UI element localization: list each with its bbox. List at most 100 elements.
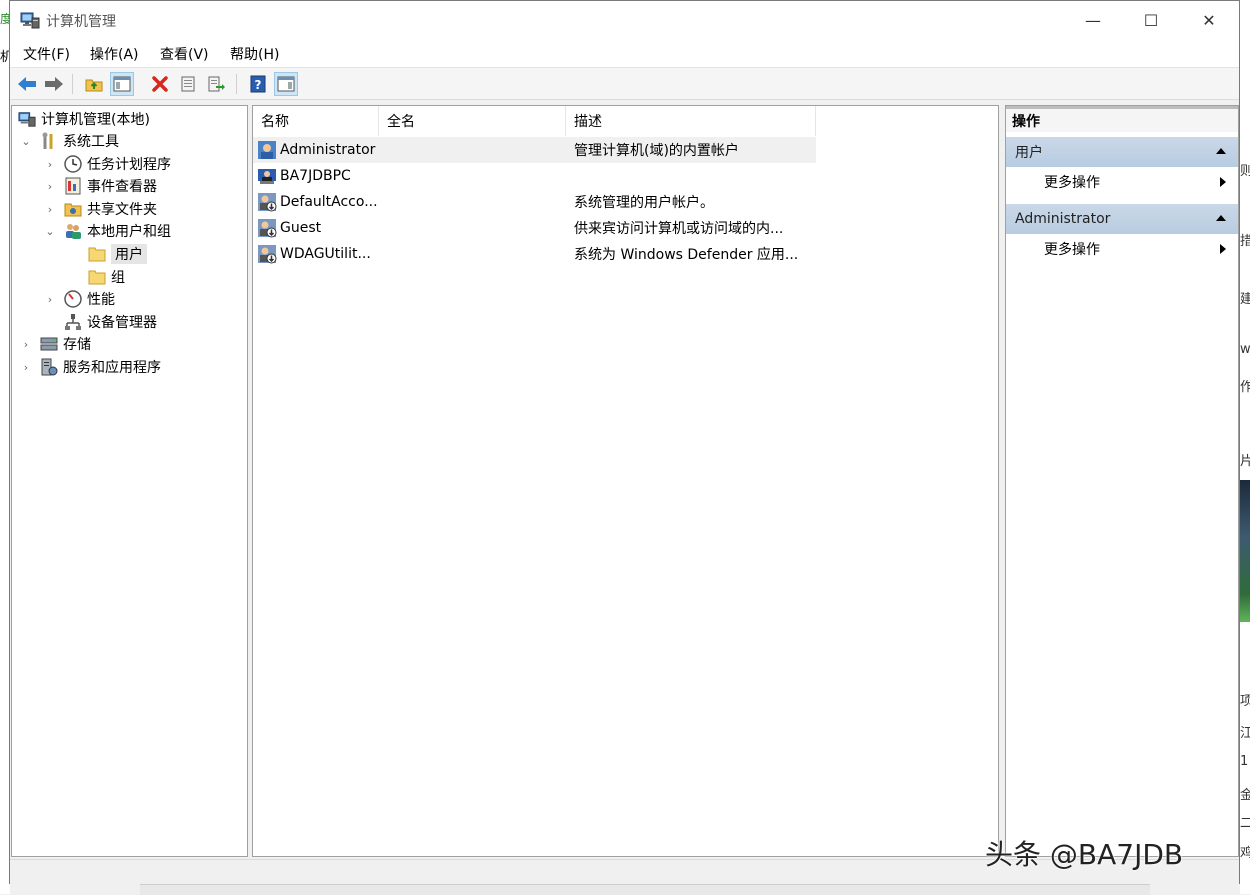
- tree-node-system-tools[interactable]: ⌄ 系统工具: [20, 130, 119, 152]
- tree-node-event-viewer[interactable]: › 事件查看器: [44, 175, 157, 197]
- action-more-actions-users[interactable]: 更多操作: [1006, 167, 1238, 197]
- tree-node-task-scheduler[interactable]: › 任务计划程序: [44, 153, 171, 175]
- computer-management-icon: [18, 110, 36, 128]
- tree-node-label: 共享文件夹: [87, 202, 157, 218]
- folder-icon: [88, 268, 106, 286]
- user-icon: [258, 141, 276, 159]
- user-fullname: [383, 163, 563, 189]
- user-description: 系统为 Windows Defender 应用...: [574, 247, 799, 263]
- background-peek-text: 措: [1240, 234, 1250, 249]
- menu-file[interactable]: 文件(F): [23, 44, 70, 64]
- tree-node-storage[interactable]: › 存储: [20, 333, 91, 355]
- back-icon[interactable]: [15, 72, 39, 96]
- user-row-wdagutilityaccount[interactable]: WDAGUtilit... 系统为 Windows Defender 应用...: [253, 241, 816, 267]
- chevron-right-icon[interactable]: ›: [44, 180, 56, 193]
- background-bottom-strip: [140, 884, 1150, 895]
- user-name: WDAGUtilit...: [280, 246, 371, 262]
- user-name: DefaultAcco...: [280, 194, 377, 210]
- chevron-right-icon[interactable]: ›: [44, 203, 56, 216]
- action-label: 更多操作: [1044, 242, 1100, 258]
- computer-management-icon: [20, 10, 40, 30]
- title-bar[interactable]: 计算机管理 — ☐ ✕: [10, 1, 1239, 39]
- menu-action[interactable]: 操作(A): [90, 44, 139, 64]
- action-label: 更多操作: [1044, 175, 1100, 191]
- user-description: 供来宾访问计算机或访问域的内...: [574, 221, 784, 237]
- user-fullname: [383, 189, 563, 215]
- toolbar-separator: [72, 74, 73, 94]
- background-peek-text: 项: [1240, 694, 1250, 709]
- show-hide-tree-icon[interactable]: [110, 72, 134, 96]
- user-row-administrator[interactable]: Administrator 管理计算机(域)的内置帐户: [253, 137, 816, 163]
- background-peek-text: 江: [1240, 726, 1250, 741]
- tree-node-groups[interactable]: 组: [88, 266, 125, 288]
- tree-node-shared-folders[interactable]: › 共享文件夹: [44, 198, 157, 220]
- background-peek-text: 1: [1240, 754, 1249, 769]
- show-hide-action-pane-icon[interactable]: [274, 72, 298, 96]
- menu-bar: 文件(F) 操作(A) 查看(V) 帮助(H): [10, 39, 1239, 68]
- watermark: 头条 @BA7JDB: [985, 838, 1184, 871]
- tree-node-computer-management[interactable]: 计算机管理(本地): [18, 108, 150, 130]
- background-peek-text: 作: [1240, 380, 1250, 395]
- actions-section-title: Administrator: [1015, 211, 1111, 227]
- menu-view[interactable]: 查看(V): [160, 44, 209, 64]
- chevron-right-icon[interactable]: ›: [20, 338, 32, 351]
- user-fullname: [383, 215, 563, 241]
- actions-section-administrator[interactable]: Administrator: [1006, 204, 1238, 234]
- disabled-user-icon: [258, 245, 277, 264]
- performance-icon: [64, 290, 82, 308]
- tree-node-label: 事件查看器: [87, 179, 157, 195]
- chevron-right-icon[interactable]: ›: [44, 158, 56, 171]
- tree-node-local-users-groups[interactable]: ⌄ 本地用户和组: [44, 220, 171, 242]
- help-icon[interactable]: ?: [246, 72, 270, 96]
- tree-node-performance[interactable]: › 性能: [44, 288, 115, 310]
- background-peek-text: 片: [1240, 454, 1250, 469]
- tree-node-users[interactable]: 用户: [88, 243, 147, 265]
- user-icon: [258, 169, 276, 184]
- user-description: [574, 163, 814, 189]
- column-header-description[interactable]: 描述: [566, 106, 816, 136]
- minimize-button[interactable]: —: [1064, 1, 1122, 39]
- tree-node-label: 任务计划程序: [87, 157, 171, 173]
- background-peek-text: 二: [1240, 816, 1250, 831]
- tree-node-label: 系统工具: [63, 134, 119, 150]
- tree-node-services-apps[interactable]: › 服务和应用程序: [20, 356, 161, 378]
- collapse-up-icon[interactable]: [1216, 148, 1226, 154]
- collapse-up-icon[interactable]: [1216, 215, 1226, 221]
- maximize-button[interactable]: ☐: [1122, 1, 1180, 39]
- delete-icon[interactable]: [148, 72, 172, 96]
- user-description: 管理计算机(域)的内置帐户: [574, 143, 739, 159]
- export-list-icon[interactable]: [204, 72, 228, 96]
- actions-section-title: 用户: [1015, 145, 1043, 161]
- user-row-ba7jdbpc[interactable]: BA7JDBPC: [253, 163, 816, 189]
- user-row-defaultaccount[interactable]: DefaultAcco... 系统管理的用户帐户。: [253, 189, 816, 215]
- tree-node-label: 性能: [87, 292, 115, 308]
- toolbar: ?: [10, 68, 1239, 100]
- chevron-down-icon[interactable]: ⌄: [20, 135, 32, 148]
- column-header-fullname[interactable]: 全名: [379, 106, 566, 136]
- disabled-user-icon: [258, 219, 277, 238]
- tree-node-label: 存储: [63, 337, 91, 353]
- action-more-actions-administrator[interactable]: 更多操作: [1006, 234, 1238, 264]
- background-photo: [1240, 480, 1250, 622]
- actions-section-users[interactable]: 用户: [1006, 137, 1238, 167]
- chevron-down-icon[interactable]: ⌄: [44, 225, 56, 238]
- column-header-name[interactable]: 名称: [253, 106, 379, 136]
- disabled-user-icon: [258, 193, 277, 212]
- up-folder-icon[interactable]: [82, 72, 106, 96]
- user-fullname: [383, 137, 563, 163]
- chevron-right-icon[interactable]: ›: [20, 361, 32, 374]
- toolbar-separator: [236, 74, 237, 94]
- system-tools-icon: [40, 132, 58, 150]
- actions-pane: 操作 用户 更多操作 Administrator 更多操作: [1005, 105, 1239, 857]
- forward-icon[interactable]: [42, 72, 66, 96]
- clock-icon: [64, 155, 82, 173]
- chevron-right-icon[interactable]: ›: [44, 293, 56, 306]
- user-row-guest[interactable]: Guest 供来宾访问计算机或访问域的内...: [253, 215, 816, 241]
- menu-help[interactable]: 帮助(H): [230, 44, 279, 64]
- background-peek-text: 金: [1240, 788, 1250, 803]
- actions-header: 操作: [1006, 106, 1238, 132]
- close-button[interactable]: ✕: [1180, 1, 1238, 39]
- properties-icon[interactable]: [176, 72, 200, 96]
- tree-node-device-manager[interactable]: 设备管理器: [44, 311, 157, 333]
- user-name: Guest: [280, 220, 322, 236]
